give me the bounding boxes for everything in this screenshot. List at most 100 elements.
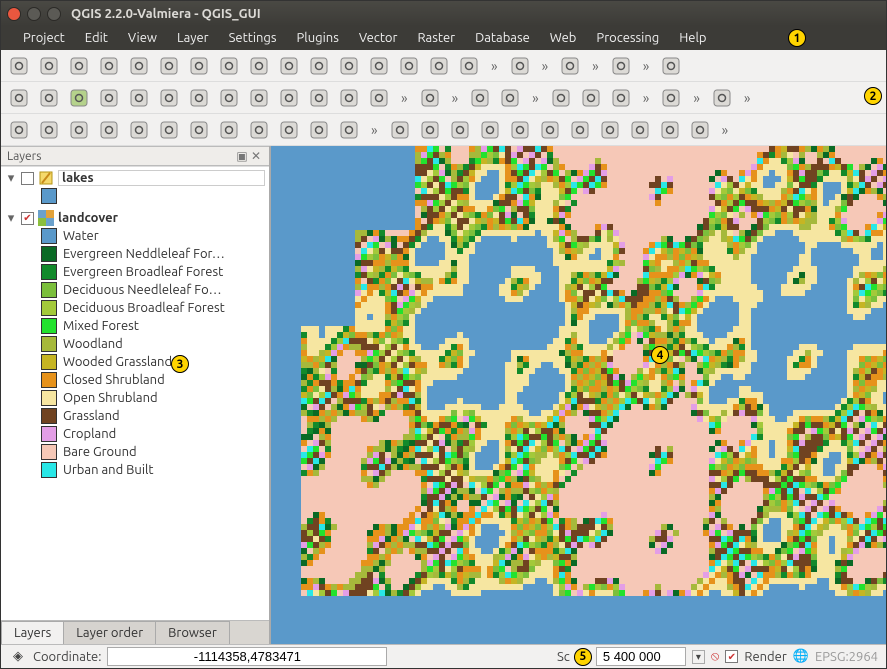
tab-layers[interactable]: Layers xyxy=(1,621,64,644)
stop-render-icon[interactable]: ⦸ xyxy=(711,649,719,664)
overflow-icon[interactable]: » xyxy=(367,122,382,138)
zoom-last-icon[interactable] xyxy=(247,86,271,110)
zoom-next-icon[interactable] xyxy=(277,86,301,110)
panel-close-icon[interactable]: ✕ xyxy=(249,149,263,163)
legend-row[interactable]: Wooded Grassland xyxy=(41,353,267,371)
menu-settings[interactable]: Settings xyxy=(219,29,287,47)
node-icon[interactable] xyxy=(97,118,121,142)
wfs-icon[interactable] xyxy=(367,54,391,78)
poly-split-icon[interactable] xyxy=(568,118,592,142)
composer-icon[interactable] xyxy=(157,54,181,78)
overflow-icon[interactable]: » xyxy=(639,90,654,106)
notes-icon[interactable] xyxy=(710,86,734,110)
overflow-icon[interactable]: » xyxy=(448,90,463,106)
poly-pt-icon[interactable] xyxy=(538,118,562,142)
add-vector-icon[interactable] xyxy=(187,54,211,78)
map-canvas[interactable]: 4 xyxy=(271,146,886,644)
coordinate-input[interactable] xyxy=(107,647,387,666)
options-icon[interactable] xyxy=(579,86,603,110)
window-close-button[interactable] xyxy=(7,7,21,21)
menu-raster[interactable]: Raster xyxy=(407,29,465,47)
legend-row[interactable]: Mixed Forest xyxy=(41,317,267,335)
pan-icon[interactable] xyxy=(7,86,31,110)
tab-browser[interactable]: Browser xyxy=(155,621,230,644)
render-checkbox[interactable] xyxy=(725,650,738,663)
histogram-icon[interactable] xyxy=(558,54,582,78)
layer-name-input[interactable]: lakes xyxy=(58,170,265,186)
legend-row[interactable]: Open Shrubland xyxy=(41,389,267,407)
poly-diss-icon[interactable] xyxy=(688,118,712,142)
save-template-icon[interactable] xyxy=(127,54,151,78)
menu-database[interactable]: Database xyxy=(465,29,540,47)
sql-icon[interactable] xyxy=(508,54,532,78)
save-icon[interactable] xyxy=(67,54,91,78)
menu-project[interactable]: Project xyxy=(13,29,75,47)
legend-row[interactable]: Water xyxy=(41,227,267,245)
menu-plugins[interactable]: Plugins xyxy=(287,29,349,47)
legend-row[interactable]: Woodland xyxy=(41,335,267,353)
select-rect-icon[interactable] xyxy=(418,86,442,110)
poly-rm-icon[interactable] xyxy=(508,118,532,142)
menu-layer[interactable]: Layer xyxy=(167,29,219,47)
refresh-icon[interactable] xyxy=(307,86,331,110)
legend-row[interactable]: Bare Ground xyxy=(41,443,267,461)
grid-icon[interactable] xyxy=(217,54,241,78)
menu-vector[interactable]: Vector xyxy=(349,29,408,47)
legend-row[interactable]: Urban and Built xyxy=(41,461,267,479)
overflow-icon[interactable]: » xyxy=(528,90,543,106)
poly-merge-icon[interactable] xyxy=(598,118,622,142)
legend-row[interactable]: Deciduous Broadleaf Forest xyxy=(41,299,267,317)
globe-icon[interactable] xyxy=(397,54,421,78)
vertex-icon[interactable] xyxy=(187,118,211,142)
overflow-icon[interactable]: » xyxy=(487,58,502,74)
measure-icon[interactable] xyxy=(609,86,633,110)
overflow-icon[interactable]: » xyxy=(397,90,412,106)
caret-icon[interactable]: ▾ xyxy=(5,211,17,226)
identify-icon[interactable] xyxy=(337,86,361,110)
zoom-native-icon[interactable] xyxy=(127,86,151,110)
menu-edit[interactable]: Edit xyxy=(75,29,118,47)
copy-icon[interactable] xyxy=(247,118,271,142)
legend-row[interactable]: Closed Shrubland xyxy=(41,371,267,389)
abc-icon[interactable] xyxy=(609,54,633,78)
crs-icon[interactable]: 🌐 xyxy=(793,649,809,664)
overflow-icon[interactable]: » xyxy=(538,58,553,74)
zoom-selected-icon[interactable] xyxy=(187,86,211,110)
zoom-layer-icon[interactable] xyxy=(217,86,241,110)
poly-add-icon[interactable] xyxy=(388,118,412,142)
zoom-out-icon[interactable] xyxy=(97,86,121,110)
overflow-icon[interactable]: » xyxy=(718,122,733,138)
menu-processing[interactable]: Processing xyxy=(586,29,669,47)
scale-dropdown-icon[interactable]: ▾ xyxy=(692,650,705,664)
add-feature-icon[interactable] xyxy=(127,118,151,142)
layer-lakes[interactable]: ▾ lakes xyxy=(3,169,267,187)
panel-float-icon[interactable]: ▣ xyxy=(235,149,249,163)
poly-sub-icon[interactable] xyxy=(418,118,442,142)
pencil-dd-icon[interactable] xyxy=(7,118,31,142)
redo-icon[interactable] xyxy=(337,118,361,142)
layer-landcover-checkbox[interactable] xyxy=(21,212,34,225)
zoom-in-active-icon[interactable] xyxy=(67,86,91,110)
caret-icon[interactable]: ▾ xyxy=(5,171,17,186)
window-minimize-button[interactable] xyxy=(27,7,41,21)
poly-cut-icon[interactable] xyxy=(478,118,502,142)
pan-select-icon[interactable] xyxy=(37,86,61,110)
cut-icon[interactable] xyxy=(217,118,241,142)
menu-web[interactable]: Web xyxy=(540,29,587,47)
paste-icon[interactable] xyxy=(277,118,301,142)
pencil-icon[interactable] xyxy=(277,54,301,78)
table-icon[interactable] xyxy=(549,86,573,110)
poly-merge2-icon[interactable] xyxy=(628,118,652,142)
save-edits-icon[interactable] xyxy=(67,118,91,142)
overflow-icon[interactable]: » xyxy=(689,90,704,106)
deselect-icon[interactable] xyxy=(468,86,492,110)
poly-union-icon[interactable] xyxy=(448,118,472,142)
db-icon[interactable] xyxy=(247,54,271,78)
save-as-icon[interactable] xyxy=(97,54,121,78)
tip-icon[interactable] xyxy=(659,86,683,110)
menu-help[interactable]: Help xyxy=(669,29,716,47)
toggle-extents-icon[interactable]: ◈ xyxy=(9,649,27,664)
move-icon[interactable] xyxy=(157,118,181,142)
scale-input[interactable] xyxy=(596,647,686,666)
menu-view[interactable]: View xyxy=(118,29,167,47)
